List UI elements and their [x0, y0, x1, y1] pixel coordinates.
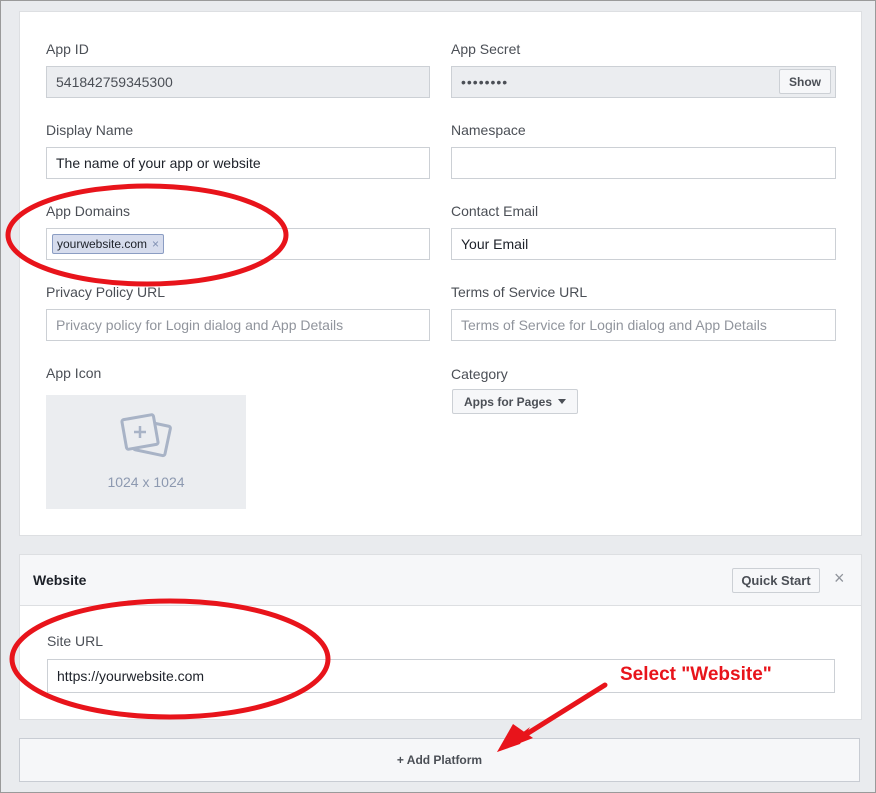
image-placeholder-icon	[120, 413, 172, 458]
contact-email-input[interactable]: Your Email	[451, 228, 836, 260]
category-value: Apps for Pages	[463, 394, 553, 409]
namespace-input[interactable]	[451, 147, 836, 179]
privacy-url-input[interactable]: Privacy policy for Login dialog and App …	[46, 309, 430, 341]
website-card: Website Quick Start × Site URL https://y…	[19, 554, 862, 720]
namespace-label: Namespace	[451, 122, 526, 138]
basic-settings-card: App ID 541842759345300 App Secret ••••••…	[19, 11, 862, 536]
show-secret-button[interactable]: Show	[779, 69, 831, 94]
privacy-label: Privacy Policy URL	[46, 284, 166, 300]
app-icon-size-text: 1024 x 1024	[107, 474, 185, 490]
caret-down-icon	[558, 399, 567, 404]
app-icon-label: App Icon	[46, 365, 102, 381]
app-domains-label: App Domains	[46, 203, 131, 219]
tos-url-input[interactable]: Terms of Service for Login dialog and Ap…	[451, 309, 836, 341]
close-icon[interactable]: ×	[834, 568, 845, 589]
display-name-input[interactable]: The name of your app or website	[46, 147, 430, 179]
contact-email-label: Contact Email	[451, 203, 539, 219]
domain-token-text: yourwebsite.com	[57, 237, 148, 251]
app-secret-label: App Secret	[451, 41, 521, 57]
domain-token[interactable]: yourwebsite.com ×	[52, 234, 165, 254]
add-platform-button[interactable]: + Add Platform	[19, 738, 860, 782]
tos-label: Terms of Service URL	[451, 284, 588, 300]
category-dropdown[interactable]: Apps for Pages	[452, 389, 578, 414]
remove-token-icon[interactable]: ×	[152, 235, 159, 253]
app-id-field: 541842759345300	[46, 66, 430, 98]
website-card-title: Website	[33, 572, 87, 588]
site-url-label: Site URL	[47, 633, 104, 649]
add-platform-label: + Add Platform	[396, 753, 483, 767]
annotation-text: Select "Website"	[620, 664, 772, 685]
app-icon-upload[interactable]: 1024 x 1024	[46, 395, 246, 509]
display-name-label: Display Name	[46, 122, 134, 138]
app-id-label: App ID	[46, 41, 89, 57]
quick-start-button[interactable]: Quick Start	[732, 568, 820, 593]
category-label: Category	[451, 366, 508, 382]
